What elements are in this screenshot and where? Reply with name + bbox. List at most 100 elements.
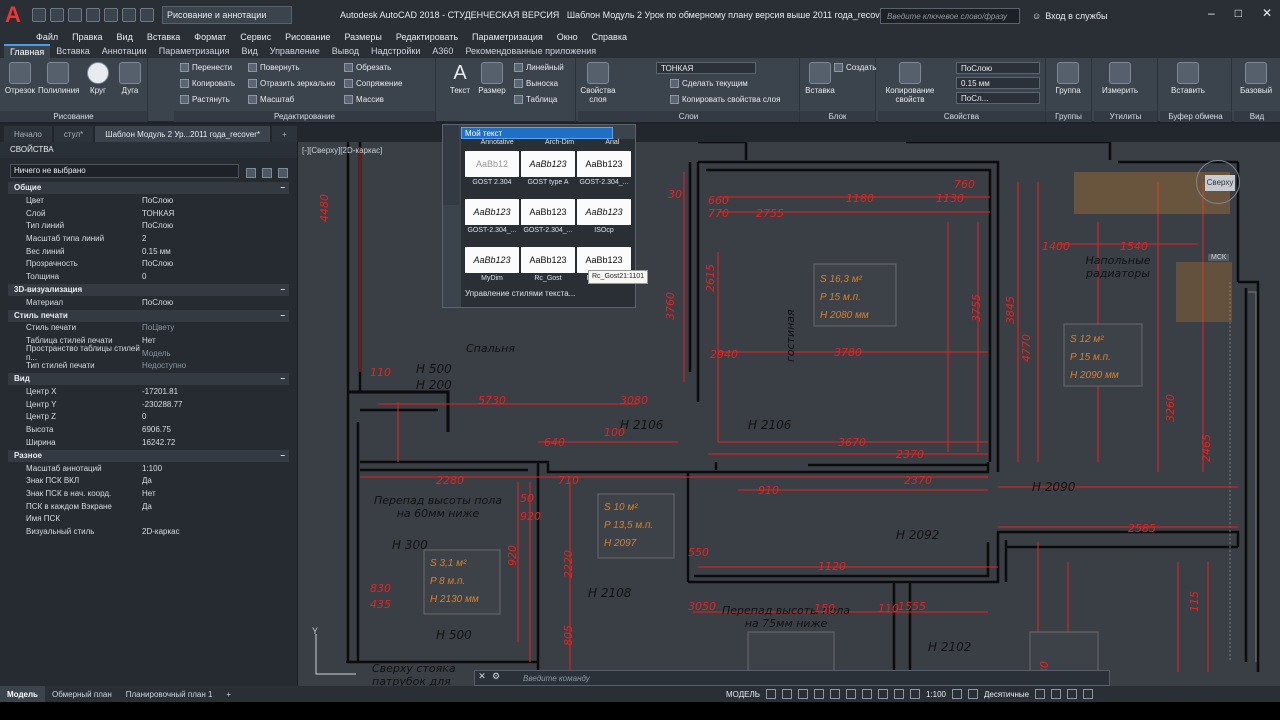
autocad-logo-icon[interactable]: A <box>0 1 26 29</box>
property-row[interactable]: Ширина 16242.72 <box>8 436 289 449</box>
lineweight-dropdown[interactable]: 0.15 мм <box>956 77 1040 89</box>
polyline-button[interactable]: Полилиния <box>38 62 80 95</box>
transparency-icon[interactable] <box>877 689 888 699</box>
undo-icon[interactable] <box>122 8 136 22</box>
menu-insert[interactable]: Вставка <box>147 32 180 42</box>
make-current-button[interactable]: Сделать текущим <box>670 79 748 88</box>
property-row[interactable]: Масштаб типа линий 2 <box>8 232 289 245</box>
text-style-dropdown[interactable]: Мой текст <box>461 127 613 139</box>
login-button[interactable]: ☺ Вход в службы <box>1032 8 1107 24</box>
base-view-button[interactable]: Базовый <box>1236 62 1276 95</box>
customize-icon[interactable]: ⚙ <box>489 671 503 685</box>
menu-parametric[interactable]: Параметризация <box>472 32 543 42</box>
file-tab-start[interactable]: Начало <box>4 126 52 142</box>
property-row[interactable]: Стиль печати ПоЦвету <box>8 322 289 335</box>
selection-dropdown[interactable]: Ничего не выбрано <box>10 164 239 178</box>
properties-section-header[interactable]: Стиль печати – <box>8 309 289 322</box>
property-value[interactable]: 2D-каркас <box>142 527 289 536</box>
layout-tab-planning-plan[interactable]: Планировочный план 1 <box>119 686 220 702</box>
property-value[interactable]: 0 <box>142 272 289 281</box>
annotation-scale[interactable]: 1:100 <box>926 690 946 699</box>
create-block-button[interactable]: Создать <box>834 63 876 72</box>
close-icon[interactable]: ✕ <box>1262 6 1272 20</box>
arc-button[interactable]: Дуга <box>110 62 150 95</box>
property-row[interactable]: Центр Y -230288.77 <box>8 398 289 411</box>
copy-button[interactable]: Копировать <box>180 79 235 88</box>
properties-section-header[interactable]: Вид – <box>8 373 289 386</box>
new-tab-button[interactable]: + <box>271 126 297 142</box>
annotation-monitor-icon[interactable] <box>968 689 978 699</box>
measure-button[interactable]: Измерить <box>1100 62 1140 95</box>
toggle-pickadd-icon[interactable] <box>246 168 256 178</box>
linetype-dropdown[interactable]: ПоСл... <box>956 92 1040 104</box>
file-tab-chair[interactable]: стул* <box>53 126 94 142</box>
property-row[interactable]: Вес линий 0.15 мм <box>8 245 289 258</box>
groups-group-title[interactable]: Группы <box>1046 111 1091 122</box>
property-row[interactable]: Масштаб аннотаций 1:100 <box>8 462 289 475</box>
menu-view[interactable]: Вид <box>117 32 133 42</box>
block-group-title[interactable]: Блок <box>800 111 875 122</box>
color-dropdown[interactable]: ПоСлою <box>956 62 1040 74</box>
property-value[interactable]: 6906.75 <box>142 425 289 434</box>
rotate-button[interactable]: Повернуть <box>248 63 300 72</box>
property-row[interactable]: Центр X -17201.81 <box>8 385 289 398</box>
property-value[interactable]: ПоСлою <box>142 196 289 205</box>
view-group-title[interactable]: Вид <box>1234 111 1280 122</box>
property-row[interactable]: Пространство таблицы стилей п... Модель <box>8 344 289 362</box>
stretch-button[interactable]: Растянуть <box>180 95 230 104</box>
property-row[interactable]: Прозрачность ПоСлою <box>8 257 289 270</box>
tab-home[interactable]: Главная <box>4 44 51 58</box>
property-row[interactable]: Высота 6906.75 <box>8 423 289 436</box>
tab-a360[interactable]: A360 <box>426 44 459 58</box>
customization-icon[interactable] <box>1083 689 1094 699</box>
text-style-tile[interactable]: AaBb123 GOST type A <box>521 151 575 186</box>
polar-icon[interactable] <box>813 689 824 699</box>
menu-modify[interactable]: Редактировать <box>396 32 458 42</box>
scale-button[interactable]: Масштаб <box>248 95 294 104</box>
property-row[interactable]: Материал ПоСлою <box>8 296 289 309</box>
tab-addins[interactable]: Надстройки <box>365 44 426 58</box>
property-value[interactable]: ПоСлою <box>142 298 289 307</box>
menu-dimension[interactable]: Размеры <box>344 32 381 42</box>
menu-help[interactable]: Справка <box>592 32 627 42</box>
property-row[interactable]: Толщина 0 <box>8 270 289 283</box>
properties-section-header[interactable]: Разное – <box>8 449 289 462</box>
property-value[interactable]: ПоСлою <box>142 221 289 230</box>
add-layout-button[interactable]: + <box>219 686 238 702</box>
property-row[interactable]: Тип стилей печати Недоступно <box>8 360 289 373</box>
new-file-icon[interactable] <box>32 8 46 22</box>
units-selector[interactable]: Десятичные <box>984 690 1029 699</box>
array-button[interactable]: Массив <box>344 95 384 104</box>
property-value[interactable]: Да <box>142 502 289 511</box>
manage-text-styles-link[interactable]: Управление стилями текста... <box>465 289 575 298</box>
property-row[interactable]: ПСК в каждом Вэкране Да <box>8 500 289 513</box>
text-style-tile[interactable]: AaBb123 Rc_Gost <box>521 247 575 282</box>
quick-select-icon[interactable] <box>278 168 288 178</box>
property-value[interactable]: ТОНКАЯ <box>142 209 289 218</box>
menu-window[interactable]: Окно <box>557 32 578 42</box>
linear-dim-button[interactable]: Линейный <box>514 63 564 72</box>
modify-group-title[interactable]: Редактирование <box>174 111 435 122</box>
property-value[interactable]: 0.15 мм <box>142 247 289 256</box>
isolate-icon[interactable] <box>1051 689 1062 699</box>
quick-properties-icon[interactable] <box>1035 689 1046 699</box>
properties-section-header[interactable]: 3D-визуализация – <box>8 283 289 296</box>
tab-parametric[interactable]: Параметризация <box>153 44 236 58</box>
annotation-visibility-icon[interactable] <box>909 689 920 699</box>
collapse-icon[interactable]: – <box>281 284 285 296</box>
utilities-group-title[interactable]: Утилиты <box>1094 111 1157 122</box>
text-style-tile[interactable]: AaBb123 GOST-2.304_... <box>465 199 519 234</box>
close-command-icon[interactable]: ✕ <box>475 671 489 685</box>
menu-format[interactable]: Формат <box>194 32 226 42</box>
open-file-icon[interactable] <box>50 8 64 22</box>
clipboard-group-title[interactable]: Буфер обмена <box>1160 111 1231 122</box>
collapse-icon[interactable]: – <box>281 373 285 385</box>
property-row[interactable]: Центр Z 0 <box>8 411 289 424</box>
view-cube-face[interactable]: Сверху <box>1205 175 1235 191</box>
otrack-icon[interactable] <box>845 689 856 699</box>
collapse-icon[interactable]: – <box>281 310 285 322</box>
layout-tab-survey-plan[interactable]: Обмерный план <box>45 686 119 702</box>
ortho-icon[interactable] <box>797 689 808 699</box>
properties-group-title[interactable]: Свойства <box>878 111 1045 122</box>
text-style-tile[interactable]: AaBb123 GOST-2.304_... <box>521 199 575 234</box>
